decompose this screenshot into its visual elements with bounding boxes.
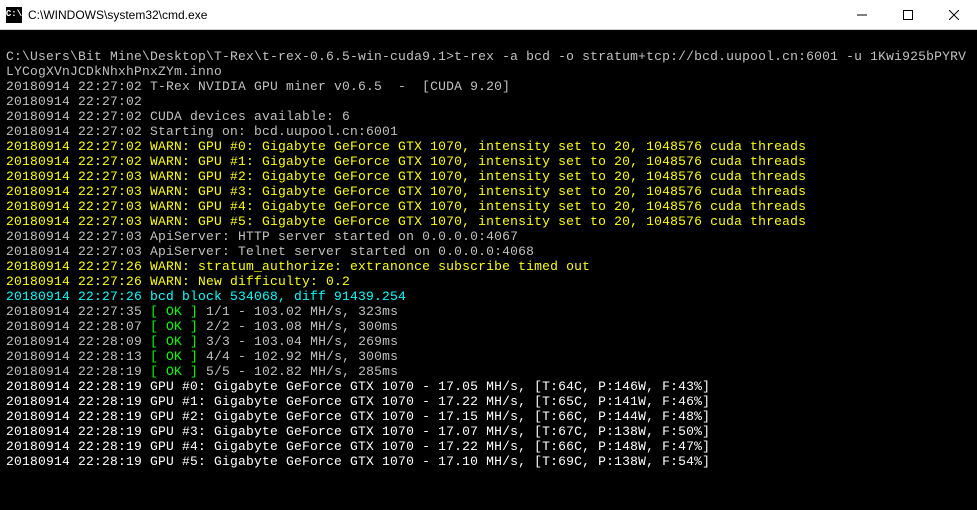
api-line: 20180914 22:27:03 ApiServer: HTTP server…: [6, 229, 971, 244]
share-ok-line: 20180914 22:28:07 [ OK ] 2/2 - 103.08 MH…: [6, 319, 971, 334]
ok-badge: [ OK ]: [150, 364, 198, 379]
gpu-warn-line: 20180914 22:27:02 WARN: GPU #1: Gigabyte…: [6, 154, 971, 169]
window-titlebar: C:\ C:\WINDOWS\system32\cmd.exe: [0, 0, 977, 30]
ok-badge: [ OK ]: [150, 334, 198, 349]
ok-badge: [ OK ]: [150, 319, 198, 334]
window-controls: [839, 0, 977, 30]
api-line: 20180914 22:27:03 ApiServer: Telnet serv…: [6, 244, 971, 259]
command-line: C:\Users\Bit Mine\Desktop\T-Rex\t-rex-0.…: [6, 49, 971, 79]
info-line: 20180914 22:27:02 Starting on: bcd.uupoo…: [6, 124, 971, 139]
block-line: 20180914 22:27:26 bcd block 534068, diff…: [6, 289, 971, 304]
minimize-button[interactable]: [839, 0, 885, 30]
cmd-icon: C:\: [6, 7, 22, 23]
blank-line: [6, 34, 971, 49]
maximize-button[interactable]: [885, 0, 931, 30]
close-icon: [949, 10, 959, 20]
share-ok-line: 20180914 22:28:19 [ OK ] 5/5 - 102.82 MH…: [6, 364, 971, 379]
gpu-warn-line: 20180914 22:27:03 WARN: GPU #3: Gigabyte…: [6, 184, 971, 199]
gpu-stat-line: 20180914 22:28:19 GPU #5: Gigabyte GeFor…: [6, 454, 971, 469]
cmd-icon-label: C:\: [6, 10, 22, 19]
info-line: 20180914 22:27:02 T-Rex NVIDIA GPU miner…: [6, 79, 971, 94]
gpu-stat-line: 20180914 22:28:19 GPU #1: Gigabyte GeFor…: [6, 394, 971, 409]
share-ok-line: 20180914 22:28:13 [ OK ] 4/4 - 102.92 MH…: [6, 349, 971, 364]
gpu-stat-line: 20180914 22:28:19 GPU #3: Gigabyte GeFor…: [6, 424, 971, 439]
console-output[interactable]: C:\Users\Bit Mine\Desktop\T-Rex\t-rex-0.…: [0, 30, 977, 510]
gpu-stat-line: 20180914 22:28:19 GPU #4: Gigabyte GeFor…: [6, 439, 971, 454]
stratum-warn-line: 20180914 22:27:26 WARN: stratum_authoriz…: [6, 259, 971, 274]
gpu-stat-line: 20180914 22:28:19 GPU #0: Gigabyte GeFor…: [6, 379, 971, 394]
window-title: C:\WINDOWS\system32\cmd.exe: [28, 8, 207, 22]
gpu-stat-line: 20180914 22:28:19 GPU #2: Gigabyte GeFor…: [6, 409, 971, 424]
stratum-warn-line: 20180914 22:27:26 WARN: New difficulty: …: [6, 274, 971, 289]
gpu-warn-line: 20180914 22:27:02 WARN: GPU #0: Gigabyte…: [6, 139, 971, 154]
ok-badge: [ OK ]: [150, 304, 198, 319]
maximize-icon: [903, 10, 913, 20]
titlebar-left: C:\ C:\WINDOWS\system32\cmd.exe: [0, 7, 207, 23]
gpu-warn-line: 20180914 22:27:03 WARN: GPU #5: Gigabyte…: [6, 214, 971, 229]
ok-badge: [ OK ]: [150, 349, 198, 364]
info-line: 20180914 22:27:02: [6, 94, 971, 109]
share-ok-line: 20180914 22:27:35 [ OK ] 1/1 - 103.02 MH…: [6, 304, 971, 319]
minimize-icon: [857, 10, 867, 20]
info-line: 20180914 22:27:02 CUDA devices available…: [6, 109, 971, 124]
share-ok-line: 20180914 22:28:09 [ OK ] 3/3 - 103.04 MH…: [6, 334, 971, 349]
gpu-warn-line: 20180914 22:27:03 WARN: GPU #2: Gigabyte…: [6, 169, 971, 184]
close-button[interactable]: [931, 0, 977, 30]
gpu-warn-line: 20180914 22:27:03 WARN: GPU #4: Gigabyte…: [6, 199, 971, 214]
